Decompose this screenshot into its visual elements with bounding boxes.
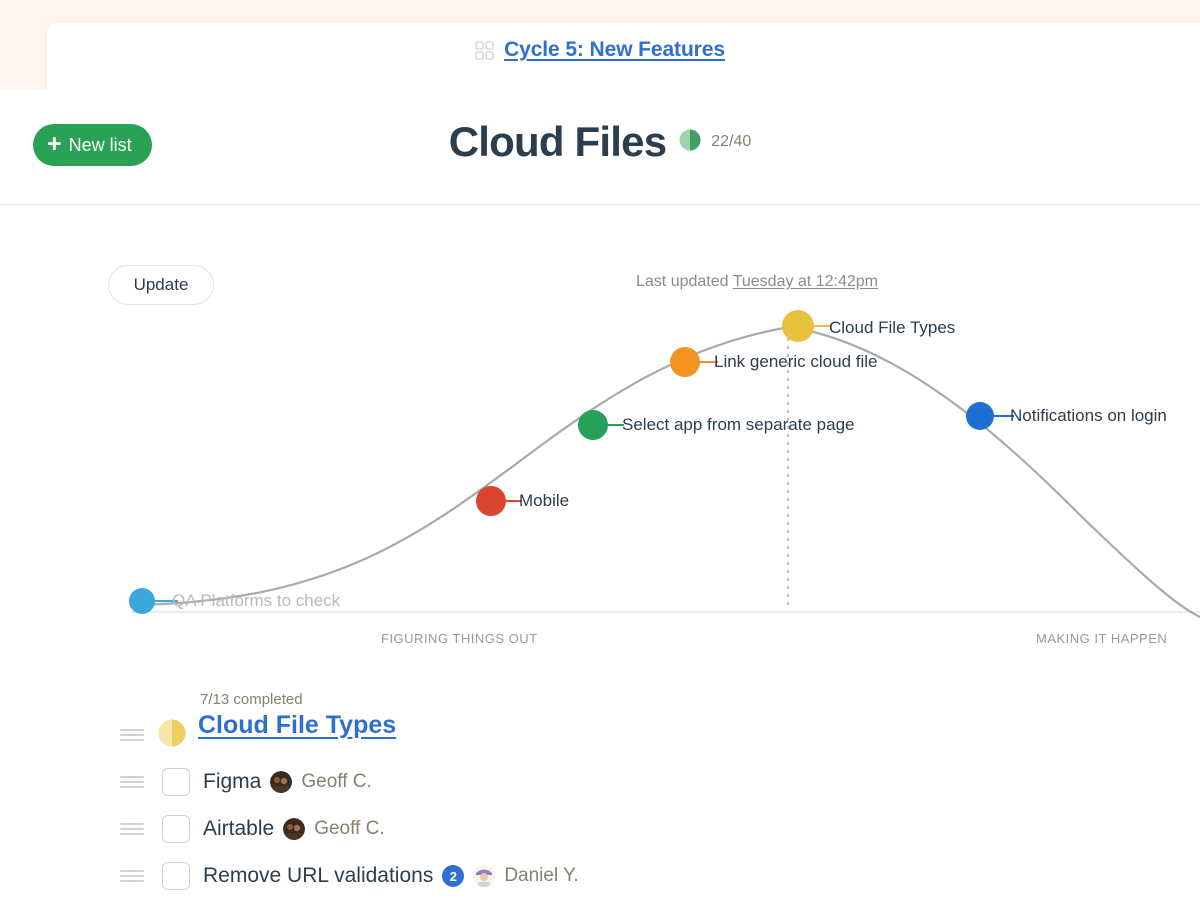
- pie-progress-icon: [679, 129, 701, 156]
- chart-point-label[interactable]: Notifications on login: [1010, 406, 1167, 426]
- chart-point-label[interactable]: Select app from separate page: [622, 415, 854, 435]
- progress-count: 22/40: [711, 133, 752, 150]
- chart-dot[interactable]: [966, 402, 994, 430]
- pie-progress-icon: [158, 719, 186, 752]
- task-checkbox[interactable]: [162, 815, 190, 843]
- task-assignee[interactable]: Daniel Y.: [504, 865, 578, 887]
- page-header: + New list Cloud Files 22/40: [0, 90, 1200, 205]
- chart-dot[interactable]: [129, 588, 155, 614]
- app-root: Cycle 5: New Features + New list Cloud F…: [0, 0, 1200, 900]
- task-checkbox[interactable]: [162, 768, 190, 796]
- breadcrumb-link[interactable]: Cycle 5: New Features: [504, 38, 725, 62]
- task-row-content: Figma Geoff C.: [203, 770, 372, 794]
- drag-handle-icon[interactable]: [120, 867, 144, 885]
- task-name[interactable]: Remove URL validations: [203, 864, 433, 888]
- comment-count-badge[interactable]: 2: [442, 865, 465, 887]
- axis-label-right: MAKING IT HAPPEN: [1036, 631, 1168, 646]
- task-checkbox[interactable]: [162, 862, 190, 890]
- task-row-content: Airtable Geoff C.: [203, 817, 385, 841]
- chart-point-label[interactable]: Mobile: [519, 491, 569, 511]
- chart-point-label[interactable]: Link generic cloud file: [714, 352, 877, 372]
- drag-handle-icon[interactable]: [120, 773, 144, 791]
- chart-point-label[interactable]: QA Platforms to check: [172, 591, 340, 611]
- chart-dot[interactable]: [578, 410, 608, 440]
- progress-chart: Update Last updated Tuesday at 12:42pm Q…: [0, 205, 1200, 665]
- drag-handle-icon[interactable]: [120, 726, 144, 744]
- breadcrumb: Cycle 5: New Features: [0, 38, 1200, 62]
- task-assignee[interactable]: Geoff C.: [314, 818, 384, 840]
- page-title-wrap: Cloud Files 22/40: [0, 118, 1200, 166]
- axis-label-left: FIGURING THINGS OUT: [381, 631, 538, 646]
- task-row-content: Remove URL validations 2 Daniel Y.: [203, 864, 579, 888]
- drag-handle-icon[interactable]: [120, 820, 144, 838]
- page-title: Cloud Files: [448, 118, 667, 165]
- avatar[interactable]: [283, 818, 306, 840]
- avatar[interactable]: [473, 865, 496, 887]
- task-assignee[interactable]: Geoff C.: [301, 771, 371, 793]
- chart-point-label[interactable]: Cloud File Types: [829, 318, 955, 338]
- chart-dot[interactable]: [670, 347, 700, 377]
- chart-dot[interactable]: [476, 486, 506, 516]
- task-name[interactable]: Figma: [203, 770, 261, 794]
- completed-count: 7/13 completed: [200, 691, 303, 708]
- avatar[interactable]: [270, 771, 293, 793]
- chart-curve: [129, 325, 1200, 618]
- chart-dot[interactable]: [782, 310, 814, 342]
- task-name[interactable]: Airtable: [203, 817, 274, 841]
- grid-icon: [475, 40, 494, 60]
- task-group-title[interactable]: Cloud File Types: [198, 711, 396, 740]
